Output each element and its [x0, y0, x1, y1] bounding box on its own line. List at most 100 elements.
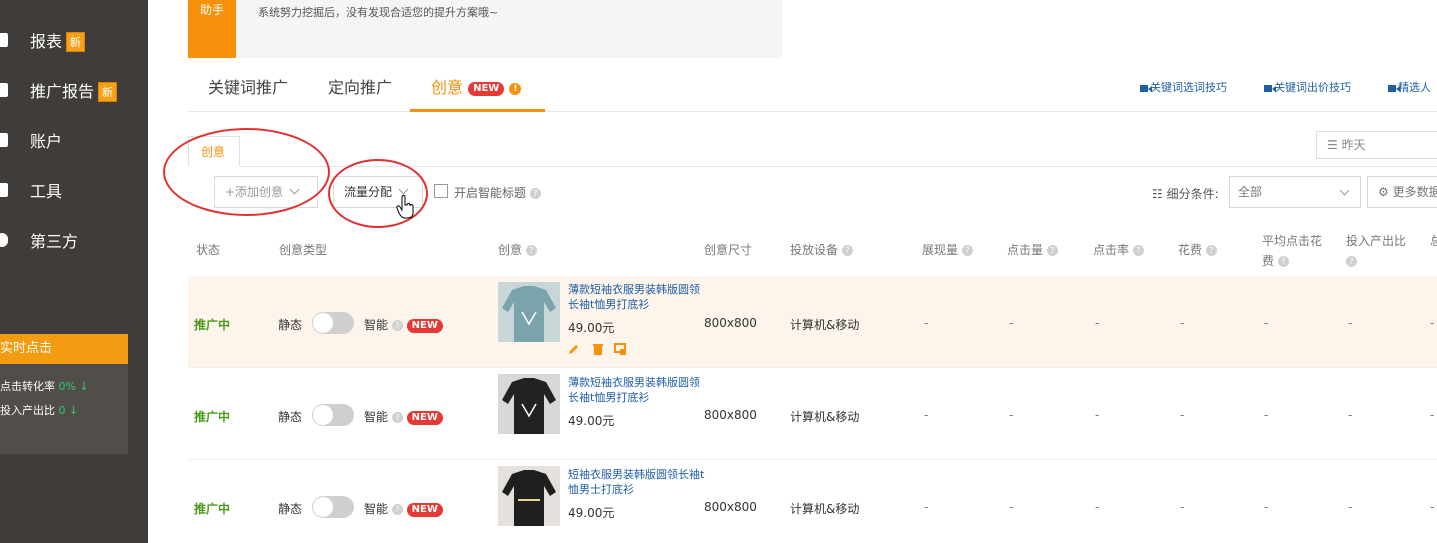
report-icon: [0, 33, 8, 47]
date-select[interactable]: ☰ 昨天: [1316, 131, 1437, 159]
row-divider: [188, 367, 1437, 368]
help-icon[interactable]: ?: [841, 245, 853, 256]
clicks-value: -: [1009, 408, 1014, 422]
help-icon[interactable]: ?: [391, 320, 403, 331]
impressions-value: -: [924, 408, 929, 422]
col-impressions: 展现量 ?: [922, 241, 973, 258]
sidebar-item-tools[interactable]: 工具: [0, 170, 148, 210]
calendar-icon: ☰: [1327, 138, 1342, 152]
preview-icon[interactable]: [614, 343, 626, 355]
smart-label: 智能 ? NEW: [364, 500, 443, 517]
sidebar-item-label: 报表: [30, 31, 63, 51]
smart-toggle[interactable]: [312, 404, 354, 426]
filter-select[interactable]: 全部: [1229, 176, 1361, 208]
device: 计算机&移动: [790, 410, 860, 424]
static-label: 静态: [278, 410, 303, 424]
avg-cpc-value: -: [1264, 316, 1269, 330]
realtime-title: 实时点击: [0, 334, 128, 364]
creative-title-link[interactable]: 薄款短袖衣服男装韩版圆领长袖t恤男打底衫: [568, 375, 708, 405]
tab-creative[interactable]: 创意 NEW !: [431, 74, 522, 98]
smart-toggle[interactable]: [312, 312, 354, 334]
help-link-featured[interactable]: 精选人: [1388, 79, 1431, 95]
help-link-keyword-selection[interactable]: 关键词选词技巧: [1140, 79, 1227, 95]
down-arrow-icon: ↓: [69, 404, 79, 417]
active-tab-underline: [410, 109, 545, 112]
roi-value: -: [1348, 408, 1353, 422]
gear-icon: ⚙: [1378, 185, 1393, 199]
creative-size: 800x800: [704, 408, 757, 422]
new-badge: 新: [98, 82, 118, 103]
smart-title-checkbox[interactable]: [434, 184, 448, 198]
new-pill: NEW: [406, 410, 443, 425]
total-value: -: [1430, 408, 1435, 422]
avg-cpc-value: -: [1264, 500, 1269, 514]
sidebar-item-third-party[interactable]: 第三方: [0, 220, 148, 260]
roi-value: -: [1348, 500, 1353, 514]
status-badge: 推广中: [194, 318, 231, 332]
help-icon[interactable]: ?: [961, 245, 973, 256]
new-pill: NEW: [406, 318, 443, 333]
realtime-roi: 投入产出比 0 ↓: [0, 404, 79, 417]
status-badge: 推广中: [194, 410, 231, 424]
help-icon[interactable]: ?: [1346, 256, 1357, 267]
avg-cpc-value: -: [1264, 408, 1269, 422]
col-roi: 投入产出比?: [1346, 234, 1407, 267]
product-thumbnail[interactable]: [498, 374, 560, 434]
home-icon: [0, 83, 8, 97]
help-icon[interactable]: ?: [525, 245, 537, 256]
sidebar-item-label: 账户: [30, 132, 63, 151]
delete-icon[interactable]: [592, 343, 604, 355]
impressions-value: -: [924, 500, 929, 514]
assistant-notice: 助手 系统努力挖掘后，没有发现合适您的提升方案哦~: [188, 0, 782, 58]
product-thumbnail[interactable]: [498, 466, 560, 526]
creative-title-link[interactable]: 短袖衣服男装韩版圆领长袖t恤男士打底衫: [568, 467, 708, 497]
help-icon[interactable]: ?: [1046, 245, 1058, 256]
col-device: 投放设备 ?: [790, 241, 853, 258]
impressions-value: -: [924, 316, 929, 330]
sidebar-item-reports[interactable]: 报表新: [0, 20, 148, 60]
subtab-divider: [240, 166, 1437, 167]
smart-toggle[interactable]: [312, 496, 354, 518]
sidebar-item-label: 第三方: [30, 232, 79, 251]
help-link-keyword-bidding[interactable]: 关键词出价技巧: [1264, 79, 1351, 95]
new-badge: 新: [66, 32, 86, 53]
assistant-tag: 助手: [188, 0, 236, 58]
realtime-panel: 实时点击 点击转化率 0% ↓ 投入产出比 0 ↓: [0, 334, 128, 454]
creative-price: 49.00元: [568, 414, 615, 428]
sidebar-item-promo-report[interactable]: 推广报告新: [0, 70, 148, 110]
help-icon[interactable]: ?: [391, 504, 403, 515]
realtime-conversion: 点击转化率 0% ↓: [0, 380, 89, 393]
col-cost: 花费 ?: [1178, 241, 1217, 258]
filter-label: ☷ 细分条件:: [1152, 187, 1219, 201]
edit-icon[interactable]: [568, 343, 580, 355]
col-status: 状态: [196, 243, 221, 257]
help-icon[interactable]: ?: [391, 412, 403, 423]
tab-divider: [188, 111, 1437, 112]
help-icon[interactable]: ?: [1132, 245, 1144, 256]
cost-value: -: [1180, 500, 1185, 514]
clicks-value: -: [1009, 500, 1014, 514]
roi-value: -: [1348, 316, 1353, 330]
creative-title-link[interactable]: 薄款短袖衣服男装韩版圆领长袖t恤男打底衫: [568, 282, 708, 312]
product-thumbnail[interactable]: [498, 282, 560, 342]
tab-targeting-promo[interactable]: 定向推广: [328, 74, 392, 98]
ctr-value: -: [1095, 316, 1100, 330]
down-arrow-icon: ↓: [79, 380, 89, 393]
tab-keyword-promo[interactable]: 关键词推广: [208, 74, 288, 98]
help-icon[interactable]: ?: [529, 188, 541, 199]
static-label: 静态: [278, 502, 303, 516]
puzzle-icon: [0, 233, 8, 247]
col-total: 总: [1430, 234, 1437, 248]
help-icon[interactable]: ?: [1205, 245, 1217, 256]
more-data-button[interactable]: ⚙ 更多数据: [1367, 176, 1437, 208]
info-icon[interactable]: !: [509, 82, 522, 95]
creative-price: 49.00元: [568, 506, 615, 520]
col-size: 创意尺寸: [704, 243, 753, 257]
sidebar-item-account[interactable]: 账户: [0, 120, 148, 160]
total-value: -: [1430, 316, 1435, 330]
status-badge: 推广中: [194, 502, 231, 516]
help-icon[interactable]: ?: [1277, 256, 1289, 267]
hand-cursor-icon: [396, 195, 414, 219]
total-value: -: [1430, 500, 1435, 514]
smart-title-label: 开启智能标题 ?: [454, 184, 541, 201]
